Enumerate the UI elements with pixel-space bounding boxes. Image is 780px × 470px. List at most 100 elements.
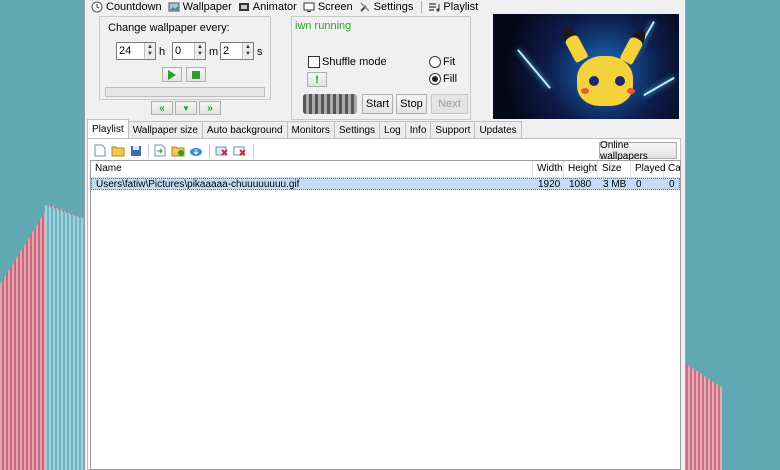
column-played[interactable]: Played	[631, 161, 666, 177]
rewind-icon: «	[159, 102, 165, 114]
cell-width: 1920	[538, 179, 561, 190]
minutes-value: 0	[175, 45, 182, 57]
tab-updates[interactable]: Updates	[474, 121, 522, 138]
next-button[interactable]: Next	[431, 94, 468, 114]
tab-support[interactable]: Support	[430, 121, 476, 138]
menu-animator-label: Animator	[252, 1, 297, 13]
down-arrow-icon[interactable]: ▼	[245, 51, 251, 58]
tab-monitors[interactable]: Monitors	[286, 121, 335, 138]
menu-screen-label: Screen	[317, 1, 353, 13]
up-arrow-icon[interactable]: ▲	[197, 44, 203, 51]
start-label: Start	[365, 98, 390, 110]
tab-playlist[interactable]: Playlist	[87, 119, 129, 138]
app-window: Countdown Wallpaper Animator Screen Sett…	[84, 0, 686, 470]
column-height[interactable]: Height	[564, 161, 598, 177]
menu-wallpaper[interactable]: Wallpaper	[168, 0, 232, 14]
exclamation-icon: !	[315, 73, 319, 86]
menu-playlist[interactable]: Playlist	[428, 0, 478, 14]
clear-list-icon[interactable]	[233, 144, 247, 157]
status-text: iwn running	[295, 20, 352, 32]
fit-radio[interactable]	[429, 56, 441, 68]
warning-button[interactable]: !	[307, 72, 327, 87]
tab-info[interactable]: Info	[404, 121, 432, 138]
start-button[interactable]: Start	[362, 94, 393, 114]
tab-log[interactable]: Log	[379, 121, 406, 138]
minutes-stepper[interactable]: 0 ▲ ▼	[172, 42, 206, 60]
stop-button[interactable]: Stop	[396, 94, 427, 114]
timer-stop-button[interactable]	[186, 67, 206, 82]
seconds-value: 2	[223, 45, 230, 57]
lightning-bolt	[517, 49, 551, 89]
fill-radio[interactable]	[429, 73, 441, 85]
clock-icon	[91, 1, 103, 13]
playlist-icon	[429, 3, 440, 12]
minutes-arrows[interactable]: ▲ ▼	[194, 43, 205, 59]
menu-settings[interactable]: Settings	[359, 0, 413, 14]
fill-label: Fill	[443, 73, 458, 85]
dropdown-button[interactable]: ▼	[175, 101, 197, 115]
next-label: Next	[438, 98, 461, 110]
column-ca[interactable]: Ca	[664, 161, 680, 177]
lightning-bolt	[643, 76, 675, 97]
film-icon	[238, 3, 249, 11]
hours-arrows[interactable]: ▲ ▼	[144, 43, 155, 59]
tab-settings[interactable]: Settings	[333, 121, 381, 138]
column-name[interactable]: Name	[91, 161, 533, 177]
menu-separator	[421, 1, 423, 13]
menu-countdown[interactable]: Countdown	[91, 0, 162, 14]
stop-icon	[192, 70, 200, 79]
hours-value: 24	[119, 45, 132, 57]
seconds-stepper[interactable]: 2 ▲ ▼	[220, 42, 254, 60]
character-ear	[559, 24, 589, 64]
open-folder-icon[interactable]	[111, 144, 125, 157]
character-cheek	[627, 88, 635, 94]
menu-countdown-label: Countdown	[106, 1, 162, 13]
toolbar-separator	[148, 144, 149, 158]
toolbar-separator	[253, 144, 254, 158]
fast-forward-icon: »	[207, 102, 213, 114]
shuffle-checkbox[interactable]	[308, 56, 320, 68]
seconds-unit: s	[257, 46, 263, 58]
table-header: Name Width Height Size Played Ca	[91, 161, 680, 178]
character-eye	[589, 76, 599, 86]
timer-play-button[interactable]	[162, 67, 182, 82]
add-folder-icon[interactable]	[171, 144, 185, 157]
import-icon[interactable]	[153, 144, 167, 157]
remove-item-icon[interactable]	[215, 144, 229, 157]
seconds-arrows[interactable]: ▲ ▼	[242, 43, 253, 59]
column-size[interactable]: Size	[598, 161, 631, 177]
down-arrow-icon[interactable]: ▼	[147, 51, 153, 58]
playlist-table[interactable]: Name Width Height Size Played Ca Users\f…	[90, 160, 681, 470]
up-arrow-icon[interactable]: ▲	[147, 44, 153, 51]
forward-button[interactable]: »	[199, 101, 221, 115]
hours-stepper[interactable]: 24 ▲ ▼	[116, 42, 156, 60]
timer-progress-bar	[105, 87, 265, 97]
online-wallpapers-button[interactable]: Online wallpapers	[599, 139, 677, 162]
cell-height: 1080	[569, 179, 592, 190]
wrench-icon	[359, 2, 370, 12]
hours-unit: h	[159, 46, 166, 58]
table-row[interactable]: Users\fatiw\Pictures\pikaaaaa-chuuuuuuuu…	[91, 178, 680, 190]
tab-auto-background[interactable]: Auto background	[201, 121, 288, 138]
online-wallpapers-label: Online wallpapers	[600, 139, 648, 162]
cloud-download-icon[interactable]	[189, 144, 203, 157]
monitor-icon	[303, 2, 315, 12]
menu-screen[interactable]: Screen	[303, 0, 353, 14]
column-width[interactable]: Width	[533, 161, 564, 177]
tab-wallpaper-size[interactable]: Wallpaper size	[127, 121, 203, 138]
save-icon[interactable]	[129, 144, 143, 157]
character-cheek	[581, 88, 589, 94]
character-ear	[619, 26, 649, 66]
up-arrow-icon[interactable]: ▲	[245, 44, 251, 51]
chevron-down-icon: ▼	[182, 103, 190, 113]
minutes-unit: m	[209, 46, 219, 58]
previous-button[interactable]: «	[151, 101, 173, 115]
down-arrow-icon[interactable]: ▼	[197, 51, 203, 58]
menu-wallpaper-label: Wallpaper	[182, 1, 232, 13]
top-menu-bar: Countdown Wallpaper Animator Screen Sett…	[85, 0, 685, 14]
timer-title: Change wallpaper every:	[108, 22, 230, 34]
stop-label: Stop	[400, 98, 423, 110]
new-file-icon[interactable]	[93, 144, 107, 157]
menu-animator[interactable]: Animator	[238, 0, 297, 14]
play-icon	[168, 69, 176, 80]
